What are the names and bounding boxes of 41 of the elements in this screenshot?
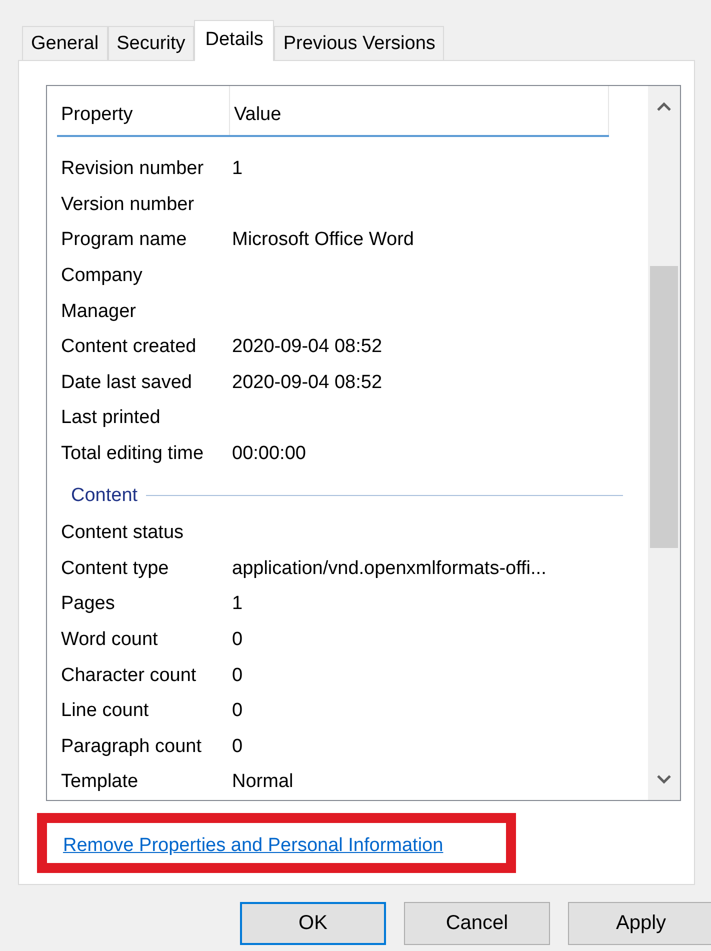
tab[interactable]: Security	[108, 26, 194, 60]
property-name: Company	[60, 265, 144, 288]
tab[interactable]: General	[22, 26, 108, 60]
property-value: 2020-09-04 08:52	[232, 372, 382, 394]
property-value: 00:00:00	[232, 442, 306, 465]
dialog-button[interactable]: Apply	[568, 902, 711, 945]
group-header: Content	[71, 484, 138, 507]
property-value: 0	[232, 664, 243, 686]
property-name: Last printed	[60, 407, 162, 430]
property-name: Content status	[60, 522, 185, 544]
property-value: 2020-09-04 08:52	[232, 336, 382, 358]
tab[interactable]: Details	[194, 20, 274, 61]
dialog-button[interactable]: OK	[240, 902, 386, 945]
property-name: Line count	[60, 700, 150, 722]
property-value: Normal	[232, 771, 294, 794]
tab[interactable]: Previous Versions	[274, 26, 444, 60]
property-value: 0	[232, 628, 243, 651]
property-name: Manager	[60, 300, 137, 323]
property-name: Version number	[60, 194, 196, 216]
property-name: Paragraph count	[60, 736, 202, 758]
dialog-button[interactable]: Cancel	[404, 902, 550, 945]
property-value: application/vnd.openxmlformats-offi...	[232, 558, 546, 580]
column-header[interactable]: Property	[57, 86, 230, 136]
property-value: 1	[232, 593, 243, 616]
property-value: 0	[232, 700, 243, 722]
remove-properties-link[interactable]: Remove Properties and Personal Information	[63, 835, 444, 856]
scrollbar[interactable]	[648, 86, 680, 800]
property-name: Character count	[60, 664, 198, 686]
property-name: Date last saved	[60, 372, 193, 394]
property-name: Word count	[60, 628, 159, 651]
property-name: Program name	[60, 229, 188, 252]
property-value: 0	[232, 736, 243, 758]
property-name: Content type	[60, 558, 170, 580]
property-name: Content created	[60, 336, 198, 358]
property-name: Pages	[60, 593, 116, 616]
property-value: Microsoft Office Word	[232, 229, 414, 252]
property-name: Revision number	[60, 158, 205, 180]
property-name: Total editing time	[60, 442, 205, 465]
property-value: 1	[232, 158, 243, 180]
property-name: Template	[60, 771, 140, 794]
column-header[interactable]: Value	[230, 86, 609, 136]
